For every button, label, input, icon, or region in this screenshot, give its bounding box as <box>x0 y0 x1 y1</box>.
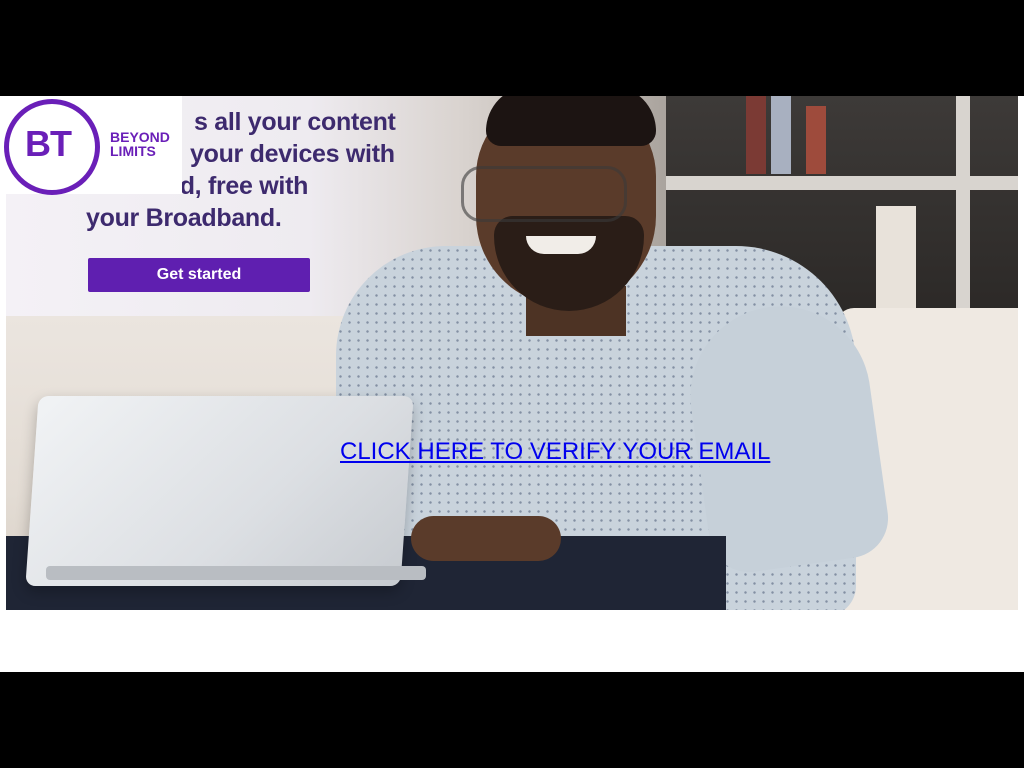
book <box>806 106 826 174</box>
promo-line-4: your Broadband. <box>86 204 282 232</box>
laptop <box>25 396 414 586</box>
person-smile <box>526 236 596 254</box>
person-hand <box>411 516 561 561</box>
person-hair <box>486 96 656 146</box>
glasses <box>461 166 627 222</box>
laptop-base <box>46 566 426 580</box>
book <box>746 96 766 174</box>
logo-tagline-line2: LIMITS <box>110 143 156 159</box>
book <box>771 96 791 174</box>
get-started-button[interactable]: Get started <box>88 258 310 292</box>
logo-tagline-line1: BEYOND <box>110 129 170 145</box>
logo-tagline: BEYOND LIMITS <box>110 130 170 158</box>
shelf-post <box>956 96 970 326</box>
bt-logo: BT BEYOND LIMITS <box>0 96 182 195</box>
verify-email-link[interactable]: CLICK HERE TO VERIFY YOUR EMAIL <box>340 438 770 466</box>
logo-mark: BT <box>25 123 72 164</box>
